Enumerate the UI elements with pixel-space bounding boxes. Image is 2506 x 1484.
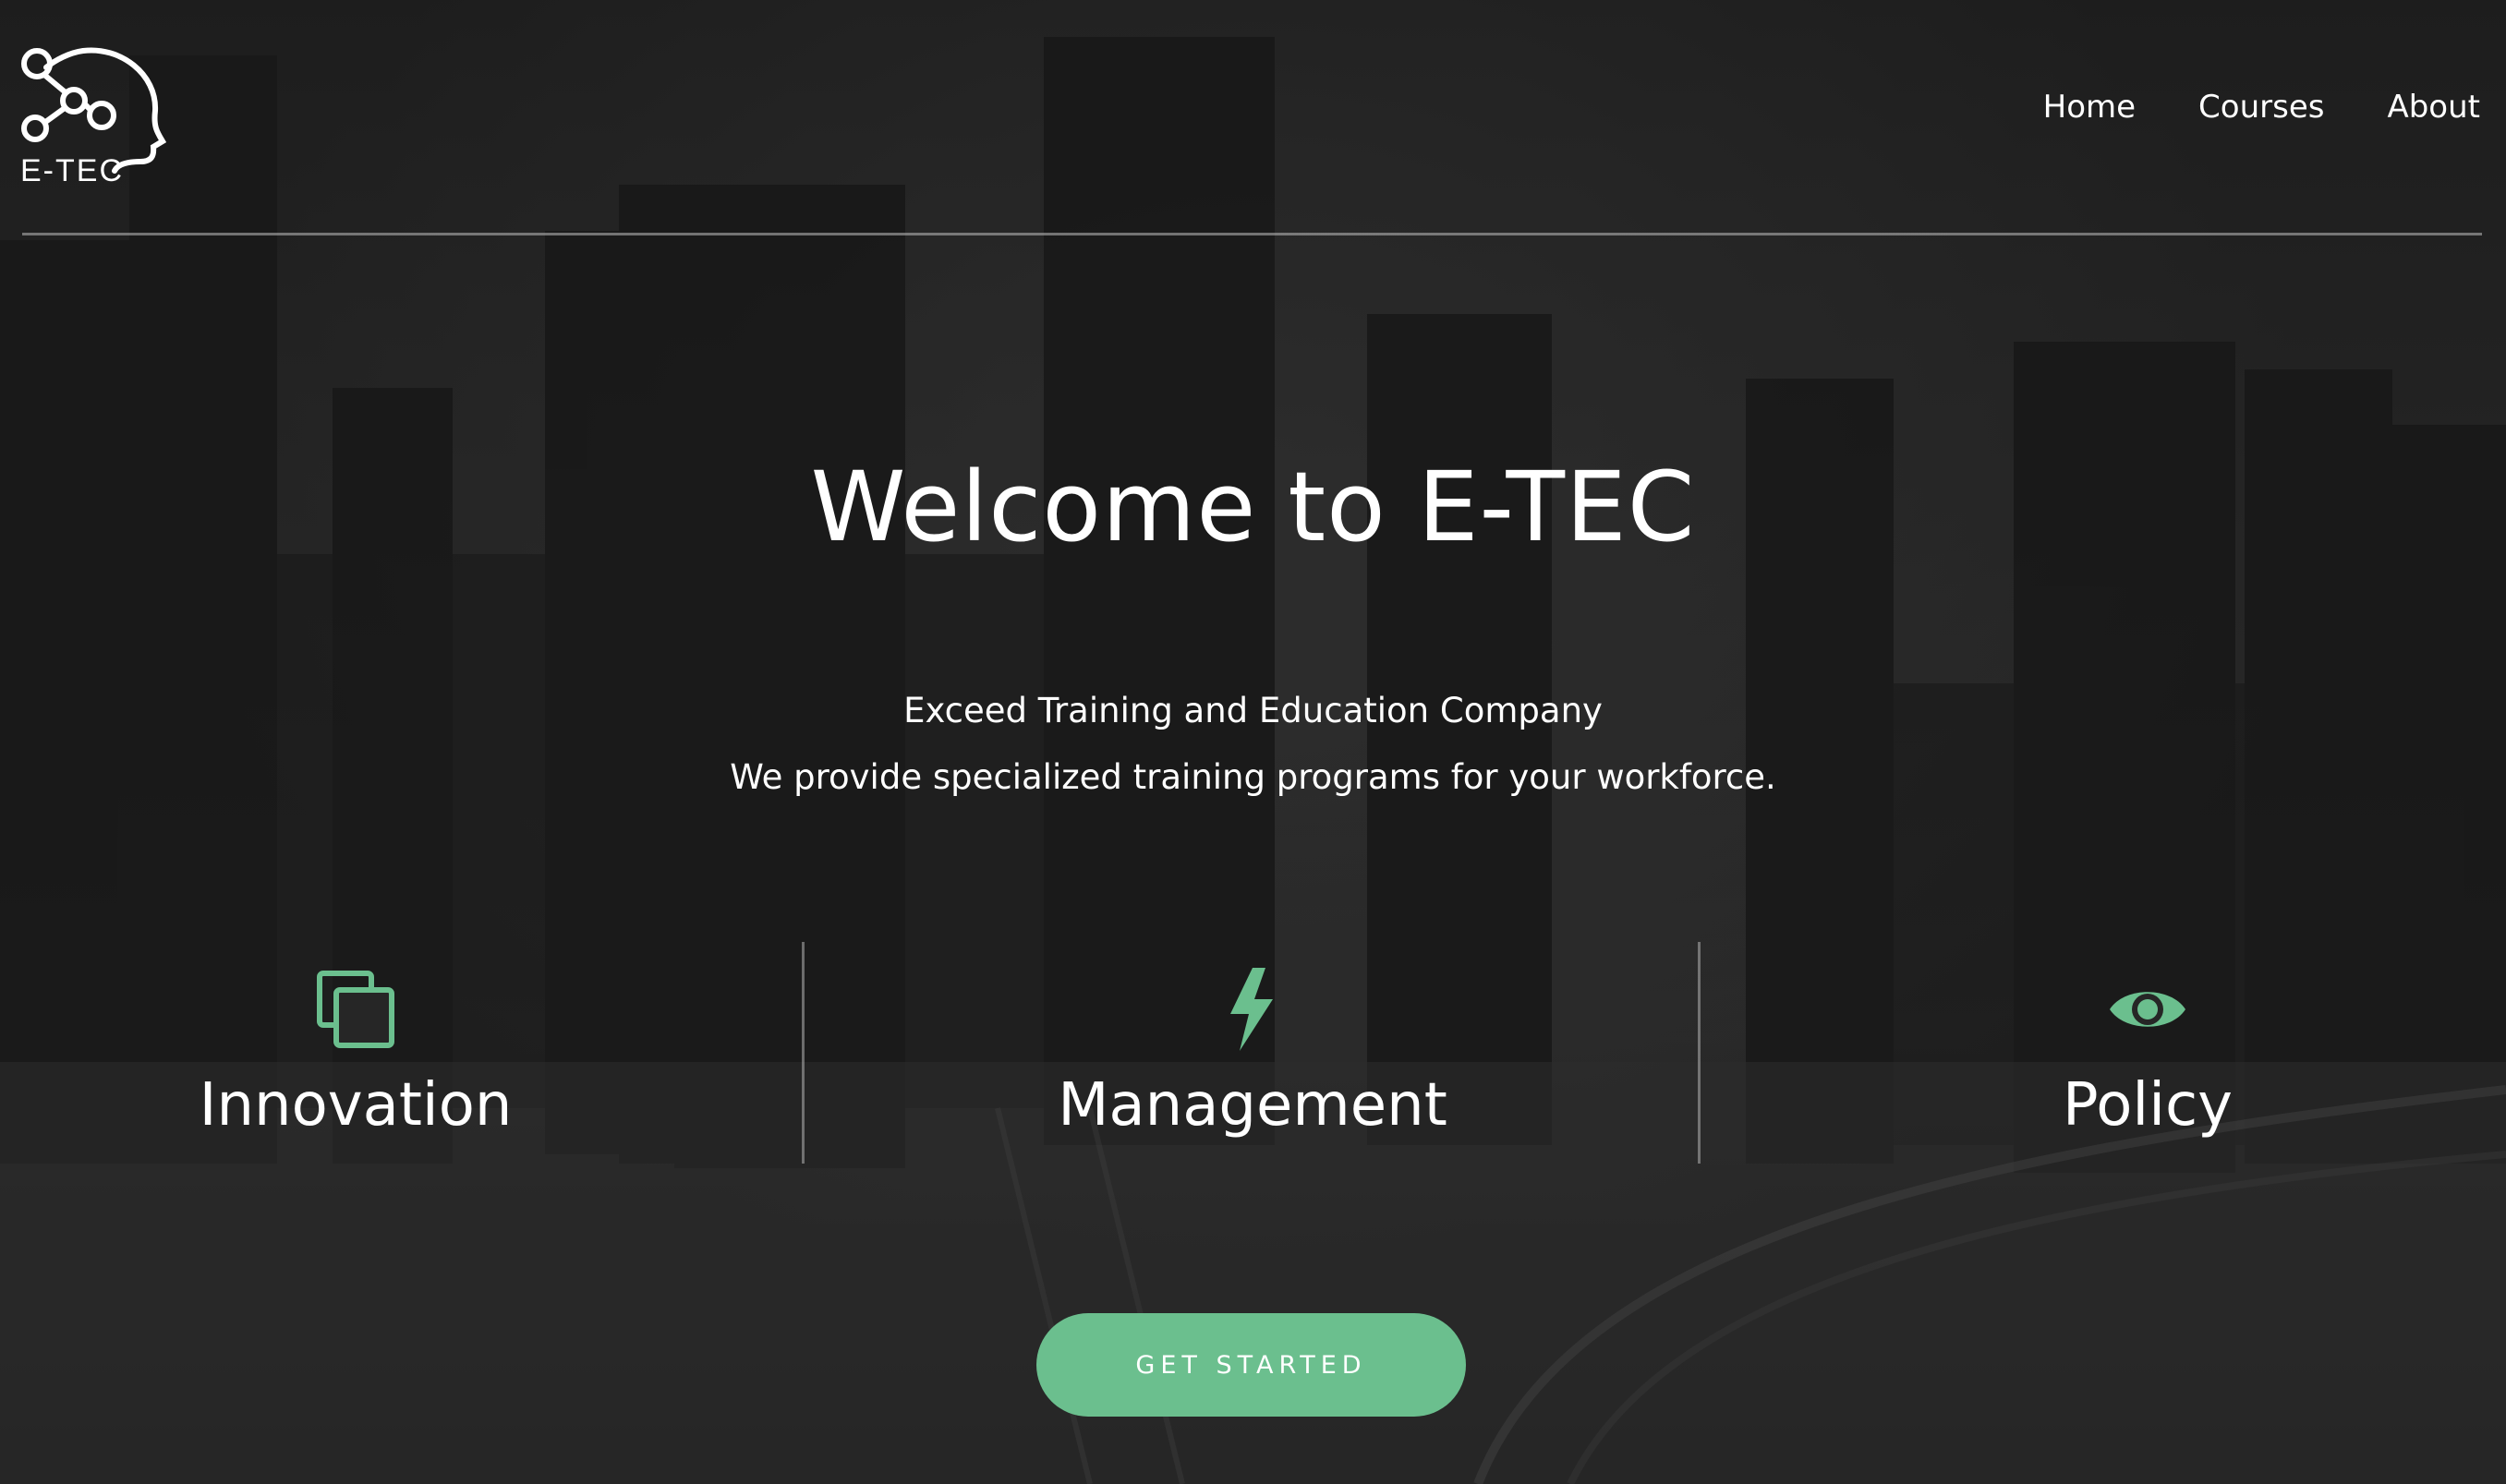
landing-page: E-TEC Home Courses About Welcome to E-TE… (0, 0, 2506, 1484)
nav-link-courses[interactable]: Courses (2198, 89, 2324, 126)
main-nav: Home Courses About (2043, 89, 2480, 126)
hero-title: Welcome to E-TEC (810, 451, 1696, 563)
feature-label-management: Management (1058, 1071, 1447, 1140)
hero-subtitle-description: We provide specialized training programs… (730, 757, 1776, 797)
feature-label-policy: Policy (2062, 1071, 2234, 1140)
feature-management: Management (975, 942, 1530, 1140)
feature-label-innovation: Innovation (199, 1071, 513, 1140)
hero-subtitle-company: Exceed Training and Education Company (903, 691, 1603, 730)
feature-divider-1 (802, 942, 805, 1164)
feature-innovation: Innovation (79, 942, 633, 1140)
feature-policy: Policy (1870, 942, 2425, 1140)
nav-link-about[interactable]: About (2387, 89, 2480, 126)
feature-divider-2 (1698, 942, 1701, 1164)
get-started-button[interactable]: GET STARTED (1036, 1313, 1466, 1417)
lightning-bolt-icon (1230, 968, 1273, 1051)
brand-name: E-TEC (20, 153, 124, 188)
copy-squares-icon (317, 971, 394, 1048)
eye-icon (2110, 992, 2185, 1027)
nav-link-home[interactable]: Home (2043, 89, 2136, 126)
features-row: Innovation Management Policy (0, 942, 2506, 1164)
dark-overlay (0, 0, 2506, 1484)
header-divider (22, 233, 2482, 235)
